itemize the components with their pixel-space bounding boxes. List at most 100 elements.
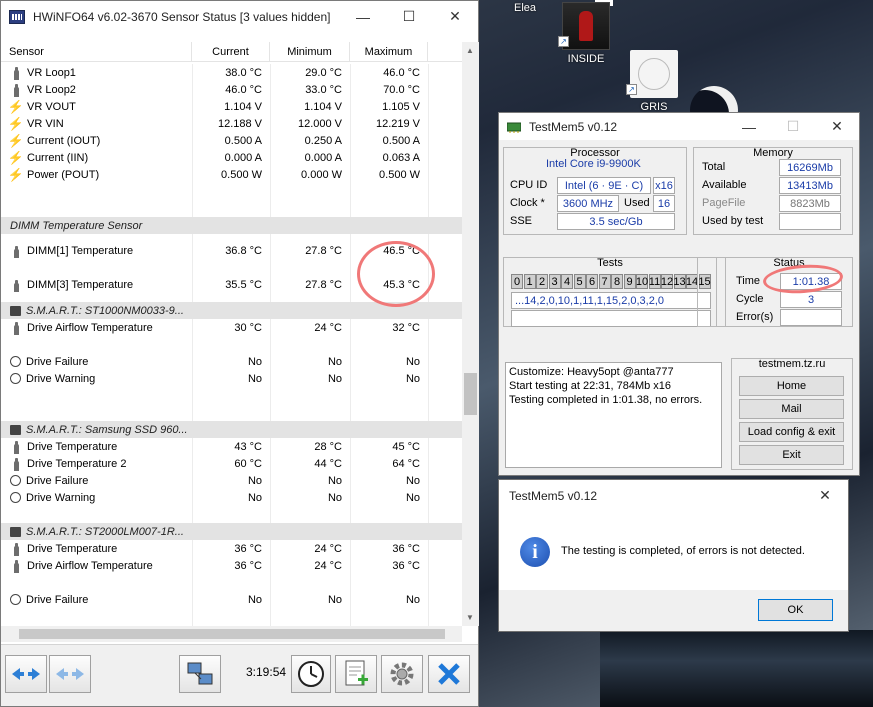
- home-button[interactable]: Home: [739, 376, 844, 396]
- test-cell: 9: [623, 274, 636, 289]
- scrollbar-thumb[interactable]: [464, 373, 477, 415]
- sensor-value-min: 29.0 °C: [305, 66, 342, 79]
- vertical-scrollbar[interactable]: ▲ ▼: [462, 42, 479, 626]
- shortcut-arrow-icon: ↗: [626, 84, 637, 95]
- sensor-value-min: No: [327, 372, 342, 385]
- dialog-message: The testing is completed, of errors is n…: [561, 545, 805, 557]
- logging-button[interactable]: [335, 655, 377, 693]
- sensor-label: Drive Failure: [26, 474, 89, 487]
- sensor-row[interactable]: DIMM[1] Temperature 36.8 °C 27.8 °C 46.5 °C: [1, 234, 463, 268]
- blank-row: [1, 387, 463, 404]
- sensor-label: Drive Failure: [26, 355, 89, 368]
- sensor-name: Drive Failure: [1, 594, 192, 606]
- sensor-table-body: VR Loop1 38.0 °C 29.0 °C 46.0 °C VR Loop2 46.…: [1, 64, 463, 626]
- sensor-group-row[interactable]: DIMM Temperature Sensor: [1, 217, 463, 234]
- settings-button[interactable]: [381, 655, 423, 693]
- column-header-current[interactable]: Current: [192, 42, 270, 61]
- sensor-row[interactable]: ⚡ Current (IOUT) 0.500 A 0.250 A 0.500 A: [1, 132, 463, 149]
- sensor-value-max: No: [405, 491, 420, 504]
- sensor-row[interactable]: ⚡ Power (POUT) 0.500 W 0.000 W 0.500 W: [1, 166, 463, 183]
- desktop-icon-inside[interactable]: ↗ INSIDE: [556, 2, 616, 65]
- clock-field: 3600 MHz: [557, 195, 619, 212]
- hwinfo-app-icon: [9, 9, 25, 24]
- horizontal-scrollbar[interactable]: [1, 626, 462, 642]
- close-sensors-button[interactable]: [428, 655, 470, 693]
- sensor-row[interactable]: Drive Temperature 2 60 °C 44 °C 64 °C: [1, 455, 463, 472]
- close-button[interactable]: ✕: [432, 1, 478, 32]
- sensor-name: Drive Failure: [1, 356, 192, 368]
- test-cell: 0: [511, 274, 523, 289]
- ok-button[interactable]: OK: [758, 599, 833, 621]
- sensor-value-max: 45 °C: [392, 440, 420, 453]
- sensor-row[interactable]: Drive Failure No No No: [1, 591, 463, 608]
- sensor-value-min: 33.0 °C: [305, 83, 342, 96]
- sensor-value-cur: 35.5 °C: [225, 279, 262, 291]
- mail-button[interactable]: Mail: [739, 399, 844, 419]
- desktop-icon-gris[interactable]: ↗ GRIS: [624, 50, 684, 113]
- column-header-minimum[interactable]: Minimum: [270, 42, 350, 61]
- column-header-sensor[interactable]: Sensor: [1, 42, 192, 61]
- sensor-group-row[interactable]: S.M.A.R.T.: ST2000LM007-1R...: [1, 523, 463, 540]
- network-computers-icon: [187, 662, 213, 685]
- exit-button[interactable]: Exit: [739, 445, 844, 465]
- blank-row: [1, 183, 463, 200]
- time-field: 1:01.38: [780, 273, 842, 290]
- sensor-row[interactable]: Drive Warning No No No: [1, 370, 463, 387]
- network-button[interactable]: [179, 655, 221, 693]
- available-field: 13413Mb: [779, 177, 841, 194]
- sensor-row[interactable]: DIMM[3] Temperature 35.5 °C 27.8 °C 45.3 °C: [1, 268, 463, 302]
- links-group: testmem.tz.ru Home Mail Load config & ex…: [731, 358, 853, 470]
- sensor-row[interactable]: Drive Warning No No No: [1, 489, 463, 506]
- testmem5-titlebar[interactable]: TestMem5 v0.12 — ☐ ✕: [499, 113, 859, 140]
- sensor-value-cur: 36 °C: [234, 559, 262, 572]
- sensor-value-min: 0.250 A: [304, 134, 342, 147]
- desktop-icon-elea[interactable]: Elea: [495, 2, 555, 14]
- sensor-row[interactable]: Drive Temperature 36 °C 24 °C 36 °C: [1, 540, 463, 557]
- sensor-name: VR Loop2: [1, 83, 192, 97]
- test-cell: 5: [573, 274, 586, 289]
- sensor-value-max: 1.105 V: [382, 100, 420, 113]
- load-config-exit-button[interactable]: Load config & exit: [739, 422, 844, 442]
- close-button[interactable]: ✕: [815, 113, 859, 140]
- sensor-row[interactable]: Drive Failure No No No: [1, 353, 463, 370]
- sensor-value-min: 44 °C: [314, 457, 342, 470]
- sensor-row[interactable]: Drive Airflow Temperature 30 °C 24 °C 32 °C: [1, 319, 463, 336]
- blank-row: [1, 336, 463, 353]
- sensor-label: Drive Warning: [26, 372, 96, 385]
- log-textbox[interactable]: Customize: Heavy5opt @anta777 Start test…: [505, 362, 722, 468]
- sensor-row[interactable]: ⚡ VR VOUT 1.104 V 1.104 V 1.105 V: [1, 98, 463, 115]
- test-cell: 1: [523, 274, 536, 289]
- clock-icon: [10, 356, 21, 367]
- sensor-label: Current (IIN): [27, 151, 89, 164]
- clock-button[interactable]: [291, 655, 331, 693]
- scrollbar-thumb[interactable]: [19, 629, 445, 639]
- desktop-icon-label: Elea: [513, 2, 537, 14]
- sensor-row[interactable]: Drive Temperature 43 °C 28 °C 45 °C: [1, 438, 463, 455]
- sensor-row[interactable]: ⚡ VR VIN 12.188 V 12.000 V 12.219 V: [1, 115, 463, 132]
- sensor-row[interactable]: Drive Failure No No No: [1, 472, 463, 489]
- expand-button[interactable]: [5, 655, 47, 693]
- sensor-row[interactable]: ⚡ Current (IIN) 0.000 A 0.000 A 0.063 A: [1, 149, 463, 166]
- sensor-row[interactable]: VR Loop1 38.0 °C 29.0 °C 46.0 °C: [1, 64, 463, 81]
- sensor-row[interactable]: Drive Airflow Temperature 36 °C 24 °C 36 °C: [1, 557, 463, 574]
- sensor-row[interactable]: VR Loop2 46.0 °C 33.0 °C 70.0 °C: [1, 81, 463, 98]
- collapse-button[interactable]: [49, 655, 91, 693]
- column-header-maximum[interactable]: Maximum: [350, 42, 428, 61]
- cycle-label: Cycle: [736, 293, 764, 305]
- sensor-group-row[interactable]: S.M.A.R.T.: Samsung SSD 960...: [1, 421, 463, 438]
- sensor-label: Drive Temperature: [27, 542, 118, 555]
- wallpaper-car: [600, 630, 873, 707]
- hwinfo-titlebar[interactable]: HWiNFO64 v6.02-3670 Sensor Status [3 val…: [1, 1, 478, 32]
- close-button[interactable]: ✕: [802, 480, 848, 511]
- sensor-name: Drive Warning: [1, 492, 192, 504]
- used-by-test-label: Used by test: [702, 215, 764, 227]
- clock-icon: [10, 475, 21, 486]
- sensor-name: Drive Failure: [1, 475, 192, 487]
- maximize-button[interactable]: ☐: [386, 1, 432, 32]
- sensor-group-row[interactable]: S.M.A.R.T.: ST1000NM0033-9...: [1, 302, 463, 319]
- clock-icon: [298, 661, 324, 687]
- minimize-button[interactable]: —: [727, 113, 771, 140]
- thermometer-icon: [10, 321, 22, 335]
- minimize-button[interactable]: —: [340, 1, 386, 32]
- dialog-titlebar[interactable]: TestMem5 v0.12 ✕: [499, 480, 848, 511]
